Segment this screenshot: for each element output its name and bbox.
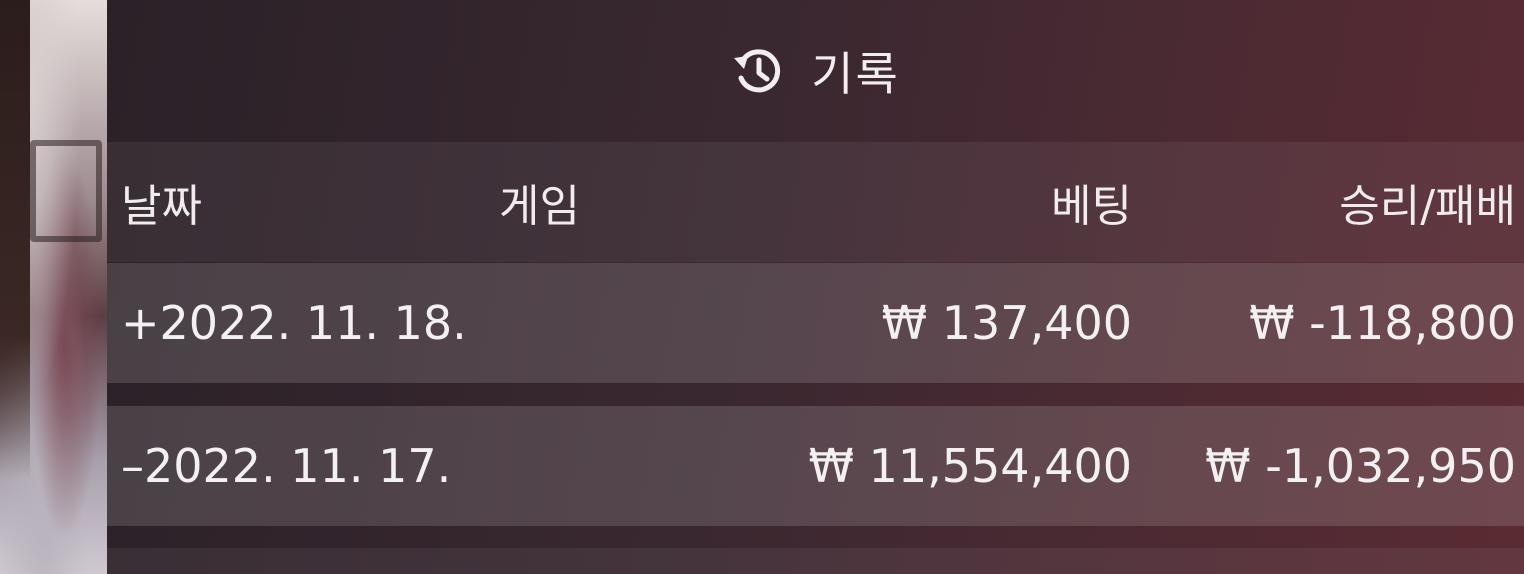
history-icon bbox=[731, 44, 785, 98]
row-bet: ₩ 11,554,400 bbox=[808, 439, 1132, 493]
row-bet: ₩ 137,400 bbox=[881, 296, 1132, 350]
table-row[interactable]: +2022. 11. 18. ₩ 137,400 ₩ -118,800 bbox=[107, 263, 1524, 383]
history-panel: 기록 날짜 게임 베팅 승리/패배 +2022. 11. 18. ₩ 137,4… bbox=[107, 0, 1524, 574]
row-result: ₩ -1,032,950 bbox=[1205, 439, 1516, 493]
row-result: ₩ -118,800 bbox=[1249, 296, 1516, 350]
column-header-date[interactable]: 날짜 bbox=[121, 142, 202, 262]
panel-header: 기록 bbox=[107, 0, 1524, 142]
next-row-partial bbox=[107, 548, 1524, 574]
row-date[interactable]: –2022. 11. 17. bbox=[121, 406, 451, 526]
column-header-game[interactable]: 게임 bbox=[499, 142, 580, 262]
row-date[interactable]: +2022. 11. 18. bbox=[121, 263, 467, 383]
screen: 기록 날짜 게임 베팅 승리/패배 +2022. 11. 18. ₩ 137,4… bbox=[0, 0, 1524, 574]
table-row[interactable]: –2022. 11. 17. ₩ 11,554,400 ₩ -1,032,950 bbox=[107, 406, 1524, 526]
page-title: 기록 bbox=[811, 47, 900, 101]
table-header: 날짜 게임 베팅 승리/패배 bbox=[107, 142, 1524, 262]
column-header-bet[interactable]: 베팅 bbox=[1051, 142, 1132, 262]
column-header-result[interactable]: 승리/패배 bbox=[1339, 142, 1516, 262]
background-photo bbox=[0, 0, 108, 574]
